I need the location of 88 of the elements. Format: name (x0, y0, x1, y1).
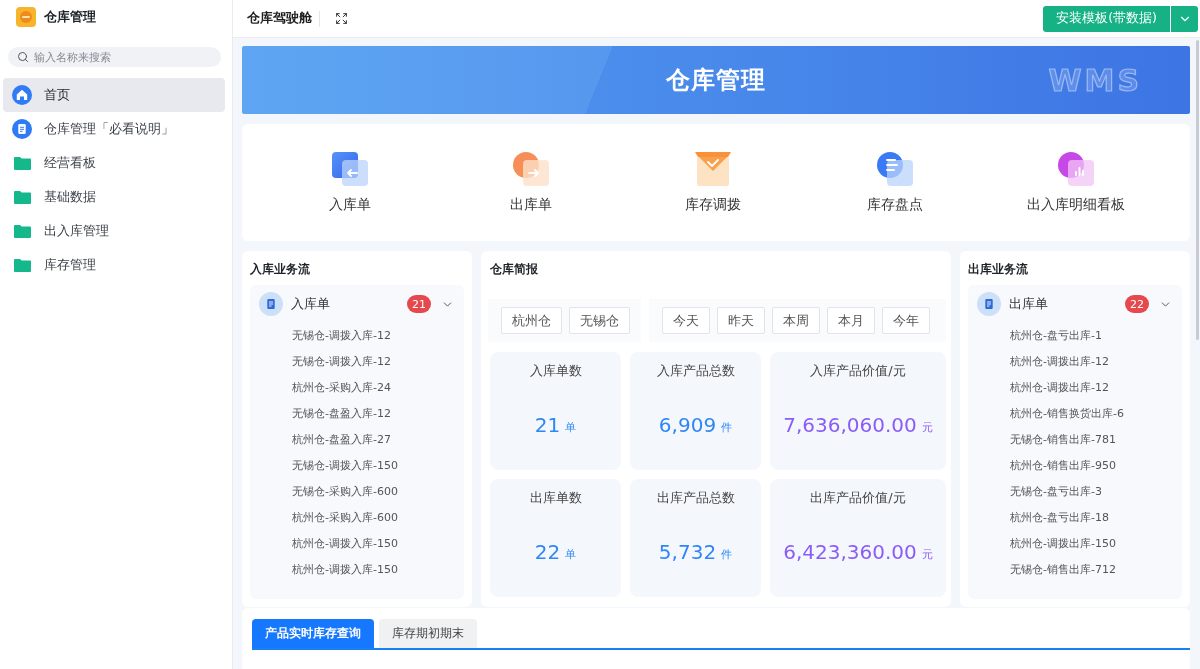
folder-icon (13, 156, 31, 170)
flow-item[interactable]: 杭州仓-调拨出库-150 (968, 531, 1182, 557)
unit-label: 单 (565, 420, 577, 435)
flow-item[interactable]: 无锡仓-销售出库-781 (968, 427, 1182, 453)
stat-value: 5,732 (658, 539, 717, 564)
flow-item[interactable]: 杭州仓-盘盈入库-27 (250, 427, 464, 453)
unit-label: 件 (721, 547, 733, 562)
unit-label: 单 (565, 547, 577, 562)
search-field[interactable]: 输入名称来搜索 (8, 47, 221, 67)
flow-item[interactable]: 无锡仓-销售出库-712 (968, 557, 1182, 583)
card-title: 入库业务流 (250, 261, 310, 278)
nav-item[interactable]: 仓库管理「必看说明」 (3, 112, 225, 146)
stat-label: 出库产品价值/元 (810, 489, 906, 506)
arrow-left-square-icon (331, 152, 368, 186)
stat-label: 入库单数 (529, 362, 582, 379)
folder-icon (13, 224, 31, 238)
flow-item[interactable]: 杭州仓-采购入库-600 (250, 505, 464, 531)
nav-item[interactable]: 出入库管理 (3, 214, 225, 248)
flow-item[interactable]: 无锡仓-采购入库-600 (250, 479, 464, 505)
document-icon (12, 119, 32, 139)
unit-label: 元 (921, 547, 933, 562)
card-title: 仓库简报 (490, 261, 538, 278)
envelope-check-icon (695, 152, 731, 186)
group-title: 入库单 (291, 295, 330, 313)
card-title: 出库业务流 (968, 261, 1028, 278)
banner-title: 仓库管理 (666, 65, 766, 96)
stat-value: 6,423,360.00 (783, 539, 917, 564)
filter-button[interactable]: 本周 (772, 307, 820, 334)
unit-label: 元 (921, 420, 933, 435)
filter-button[interactable]: 杭州仓 (501, 307, 562, 334)
filter-button[interactable]: 昨天 (717, 307, 765, 334)
quick-entry[interactable]: 库存盘点 (866, 152, 923, 214)
document-icon (259, 292, 283, 316)
expand-icon[interactable] (335, 12, 348, 25)
flow-item[interactable]: 无锡仓-调拨入库-12 (250, 349, 464, 375)
quick-entry[interactable]: 库存调拨 (685, 152, 741, 214)
flow-item[interactable]: 杭州仓-调拨入库-150 (250, 557, 464, 583)
flow-item[interactable]: 杭州仓-采购入库-24 (250, 375, 464, 401)
tab[interactable]: 产品实时库存查询 (252, 619, 374, 648)
document-icon (977, 292, 1001, 316)
flow-item[interactable]: 无锡仓-盘亏出库-3 (968, 479, 1182, 505)
count-badge: 21 (407, 295, 431, 313)
flow-item[interactable]: 杭州仓-盘亏出库-18 (968, 505, 1182, 531)
home-icon (12, 85, 32, 105)
filter-button[interactable]: 无锡仓 (569, 307, 630, 334)
filter-button[interactable]: 今天 (662, 307, 710, 334)
nav-item[interactable]: 库存管理 (3, 248, 225, 282)
search-icon (17, 51, 29, 63)
unit-label: 件 (721, 420, 733, 435)
flow-item[interactable]: 杭州仓-销售换货出库-6 (968, 401, 1182, 427)
filter-button[interactable]: 本月 (827, 307, 875, 334)
nav-item[interactable]: 首页 (3, 78, 225, 112)
flow-item[interactable]: 无锡仓-调拨入库-150 (250, 453, 464, 479)
flow-item[interactable]: 杭州仓-调拨出库-12 (968, 375, 1182, 401)
stat-label: 出库单数 (529, 489, 582, 506)
scrollbar-thumb[interactable] (1196, 40, 1199, 340)
quick-entry[interactable]: 出库单 (510, 152, 553, 214)
stat-value: 6,909 (658, 412, 717, 437)
stat-value: 7,636,060.00 (783, 412, 917, 437)
group-title: 出库单 (1009, 295, 1048, 313)
arrow-right-circle-icon (513, 152, 550, 186)
nav-item[interactable]: 经营看板 (3, 146, 225, 180)
flow-item[interactable]: 无锡仓-盘盈入库-12 (250, 401, 464, 427)
nav-item[interactable]: 基础数据 (3, 180, 225, 214)
quick-entry[interactable]: 出入库明细看板 (1027, 152, 1126, 214)
stat-label: 入库产品价值/元 (810, 362, 906, 379)
count-badge: 22 (1125, 295, 1149, 313)
flow-item[interactable]: 杭州仓-调拨入库-150 (250, 531, 464, 557)
stat-label: 入库产品总数 (656, 362, 735, 379)
app-logo-icon (16, 7, 36, 27)
dropdown-button[interactable] (1171, 5, 1198, 32)
flow-item[interactable]: 杭州仓-调拨出库-12 (968, 349, 1182, 375)
page-title: 仓库驾驶舱 (247, 10, 312, 27)
filter-button[interactable]: 今年 (882, 307, 930, 334)
stat-value: 21 (534, 412, 561, 437)
flow-item[interactable]: 杭州仓-盘亏出库-1 (968, 323, 1182, 349)
list-circle-icon (876, 152, 913, 186)
stat-label: 出库产品总数 (656, 489, 735, 506)
quick-entry[interactable]: 入库单 (328, 152, 371, 214)
folder-icon (13, 258, 31, 272)
banner-logo-text: WMS (1048, 62, 1142, 98)
folder-icon (13, 190, 31, 204)
tab[interactable]: 库存期初期末 (379, 619, 477, 648)
flow-item[interactable]: 杭州仓-销售出库-950 (968, 453, 1182, 479)
flow-item[interactable]: 无锡仓-调拨入库-12 (250, 323, 464, 349)
bar-chart-icon (1058, 152, 1095, 186)
stat-value: 22 (534, 539, 561, 564)
app-title: 仓库管理 (44, 8, 96, 26)
